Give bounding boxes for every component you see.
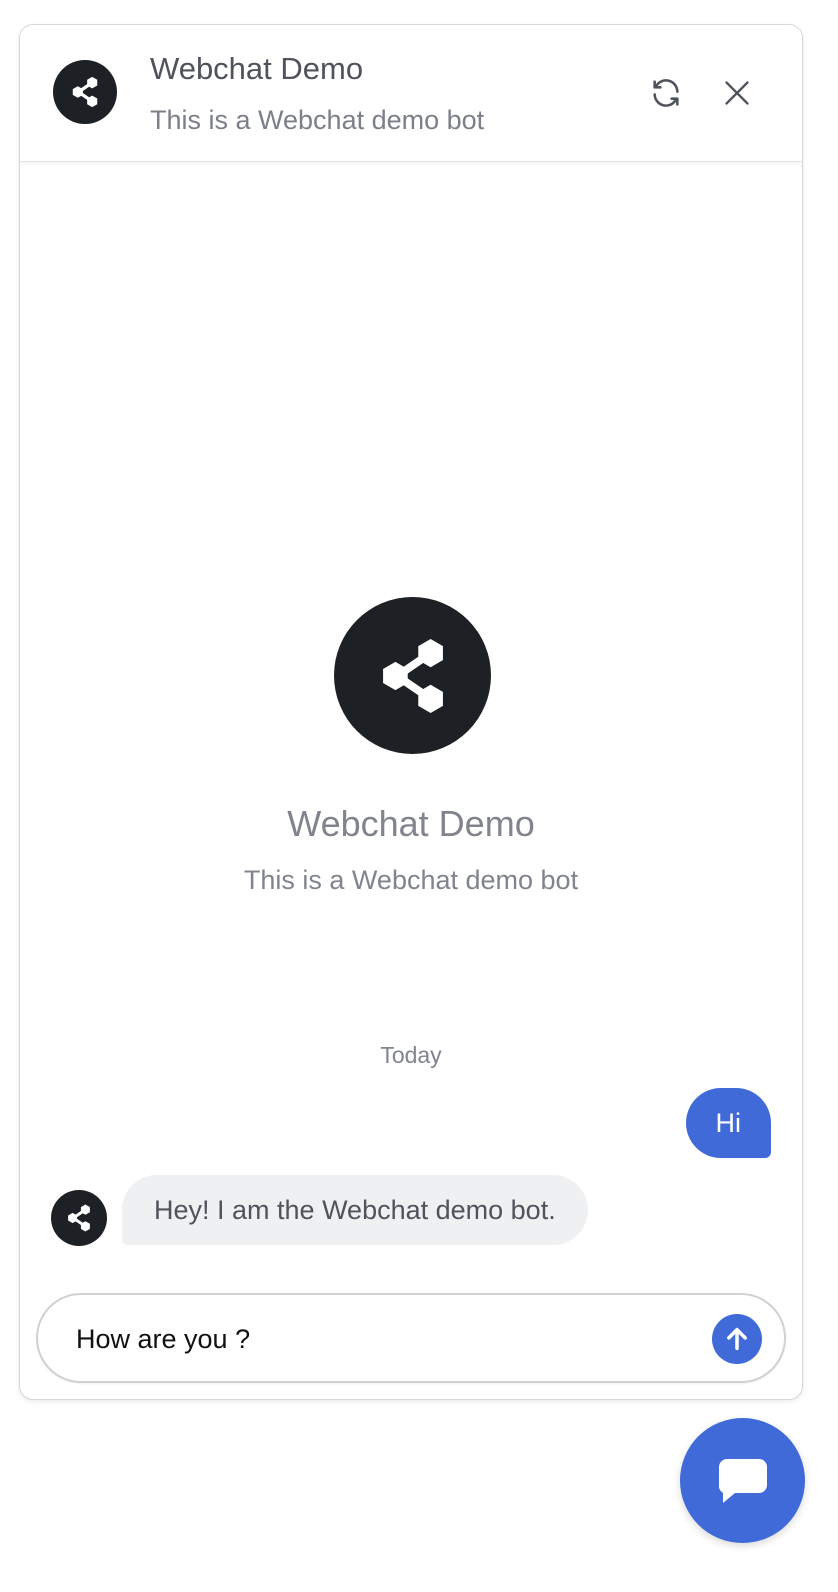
intro-avatar bbox=[334, 597, 491, 754]
message-input[interactable] bbox=[76, 1319, 676, 1359]
day-separator: Today bbox=[380, 1042, 442, 1068]
header-subtitle: This is a Webchat demo bot bbox=[150, 105, 485, 135]
chat-header: Webchat Demo This is a Webchat demo bot bbox=[20, 25, 802, 162]
intro-title: Webchat Demo bbox=[287, 803, 535, 844]
share-nodes-icon bbox=[382, 638, 443, 713]
chat-widget: Webchat Demo This is a Webchat demo bot bbox=[19, 24, 803, 1400]
user-message: Hi bbox=[685, 1088, 771, 1158]
message-composer bbox=[36, 1293, 786, 1383]
bot-message: Hey! I am the Webchat demo bot. bbox=[122, 1175, 588, 1245]
refresh-icon bbox=[653, 79, 679, 107]
restart-button[interactable] bbox=[646, 73, 686, 113]
intro-subtitle: This is a Webchat demo bot bbox=[243, 865, 579, 895]
share-nodes-icon bbox=[68, 1204, 90, 1232]
arrow-up-icon bbox=[727, 1327, 747, 1351]
header-title: Webchat Demo bbox=[150, 51, 364, 86]
share-nodes-icon bbox=[72, 76, 98, 108]
bot-message-avatar bbox=[51, 1190, 107, 1246]
chat-bubble-icon bbox=[718, 1458, 767, 1503]
bot-avatar bbox=[53, 60, 117, 124]
send-button[interactable] bbox=[712, 1314, 762, 1364]
close-button[interactable] bbox=[717, 73, 757, 113]
chat-launcher-button[interactable] bbox=[680, 1418, 805, 1543]
close-icon bbox=[725, 81, 749, 105]
